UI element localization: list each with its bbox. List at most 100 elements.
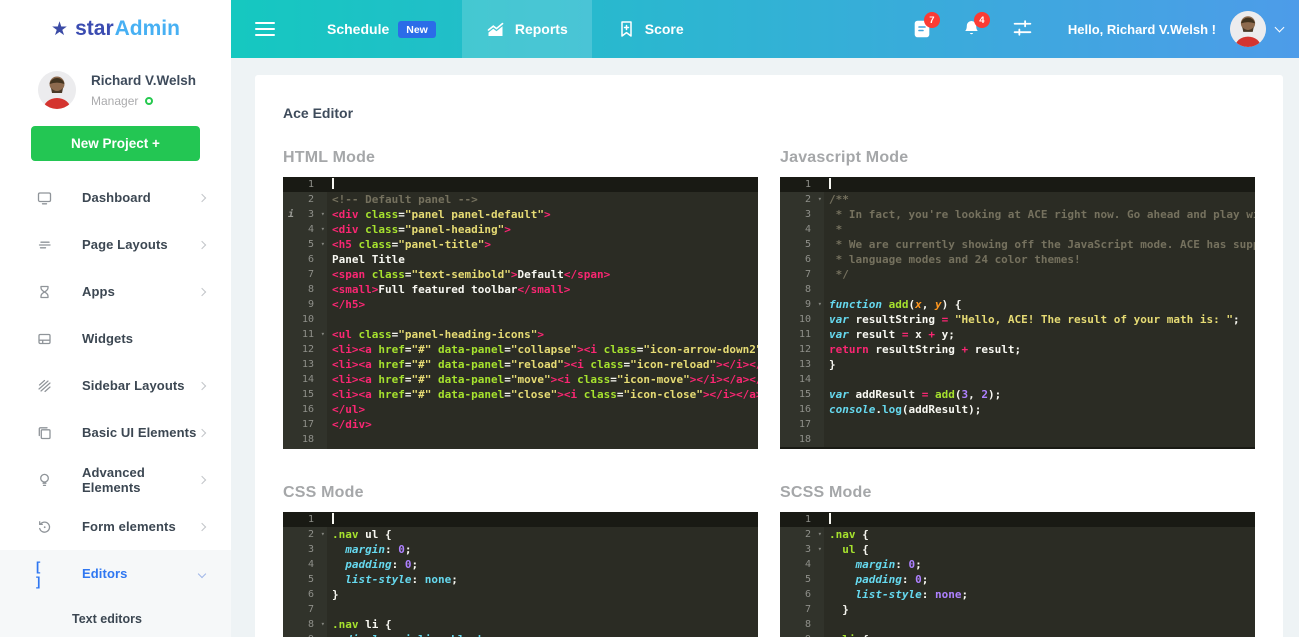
sidebar-item-page-layouts[interactable]: Page Layouts: [0, 221, 231, 268]
code-line: 13}: [780, 357, 1255, 372]
ace-editor-scss[interactable]: 12▾.nav {3▾ ul {4 margin: 0;5 padding: 0…: [780, 512, 1255, 637]
code-line: 15var addResult = add(3, 2);: [780, 387, 1255, 402]
sidebar-item-editors[interactable]: [ ] Editors: [0, 550, 231, 597]
code-line: 7 }: [780, 602, 1255, 617]
sidebar-subitem-text-editors[interactable]: Text editors: [0, 597, 231, 637]
settings-button[interactable]: [1012, 19, 1032, 39]
sidebar: ★ star Admin Richard V.Welsh Manager New…: [0, 0, 231, 637]
code-line: 8<small>Full featured toolbar</small>: [283, 282, 758, 297]
tab-reports[interactable]: Reports: [462, 0, 592, 58]
user-avatar[interactable]: [1230, 11, 1266, 47]
tab-score[interactable]: Score: [592, 0, 710, 58]
bookmark-plus-icon: [618, 20, 635, 38]
code-line: 7 */: [780, 267, 1255, 282]
code-line: 1: [780, 512, 1255, 527]
code-line: 8▾.nav li {: [283, 617, 758, 632]
chevron-right-icon: [198, 428, 206, 436]
code-line: 1: [780, 177, 1255, 192]
code-line: 5 list-style: none;: [283, 572, 758, 587]
code-line: 6 * language modes and 24 color themes!: [780, 252, 1255, 267]
lightbulb-icon: [36, 472, 54, 488]
code-line: 3▾ ul {: [780, 542, 1255, 557]
code-line: 14<li><a href="#" data-panel="move"><i c…: [283, 372, 758, 387]
star-icon: ★: [51, 18, 68, 41]
messages-button[interactable]: 7: [912, 19, 932, 39]
code-line: 7<span class="text-semibold">Default</sp…: [283, 267, 758, 282]
hatch-lines-icon: [36, 378, 54, 394]
html-mode-section: HTML Mode 12<!-- Default panel -->i3▾<di…: [283, 149, 758, 449]
ace-editor-html[interactable]: 12<!-- Default panel -->i3▾<div class="p…: [283, 177, 758, 449]
code-line: 8: [780, 282, 1255, 297]
code-line: 9 display: inline-block;: [283, 632, 758, 637]
alerts-count-badge: 4: [974, 12, 990, 28]
code-line: 10: [283, 312, 758, 327]
code-line: 6}: [283, 587, 758, 602]
ace-editor-card: Ace Editor HTML Mode 12<!-- Default pane…: [255, 75, 1283, 637]
new-project-button[interactable]: New Project +: [31, 126, 200, 161]
copy-icon: [36, 425, 54, 441]
avatar: [38, 71, 76, 109]
profile-role: Manager: [91, 94, 138, 108]
tab-schedule[interactable]: Schedule New: [327, 0, 436, 58]
code-line: 3 * In fact, you're looking at ACE right…: [780, 207, 1255, 222]
code-line: 16console.log(addResult);: [780, 402, 1255, 417]
brackets-icon: [ ]: [36, 566, 54, 582]
code-line: 12<li><a href="#" data-panel="collapse">…: [283, 342, 758, 357]
code-line: 2▾.nav ul {: [283, 527, 758, 542]
code-line: 17: [780, 417, 1255, 432]
code-line: 5 * We are currently showing off the Jav…: [780, 237, 1255, 252]
code-line: 13<li><a href="#" data-panel="reload"><i…: [283, 357, 758, 372]
code-line: 2<!-- Default panel -->: [283, 192, 758, 207]
profile-name: Richard V.Welsh: [91, 73, 196, 88]
brand-logo[interactable]: ★ star Admin: [0, 0, 231, 58]
section-title: HTML Mode: [283, 149, 758, 167]
ace-editor-css[interactable]: 12▾.nav ul {3 margin: 0;4 padding: 0;5 l…: [283, 512, 758, 637]
online-status-icon: [145, 97, 153, 105]
hamburger-menu-icon[interactable]: [255, 18, 275, 39]
brand-name-secondary: Admin: [115, 17, 180, 41]
code-line: 10var resultString = "Hello, ACE! The re…: [780, 312, 1255, 327]
sidebar-item-apps[interactable]: Apps: [0, 268, 231, 315]
chevron-down-icon[interactable]: [1275, 22, 1285, 32]
code-line: 19▾<div class="panel-body">: [283, 447, 758, 449]
new-badge: New: [398, 21, 436, 38]
javascript-mode-section: Javascript Mode 12▾/**3 * In fact, you'r…: [780, 149, 1255, 449]
ace-editor-javascript[interactable]: 12▾/**3 * In fact, you're looking at ACE…: [780, 177, 1255, 449]
chevron-down-icon: [198, 569, 206, 577]
code-line: 18: [780, 432, 1255, 447]
code-line: 11▾<ul class="panel-heading-icons">: [283, 327, 758, 342]
content-area: Ace Editor HTML Mode 12<!-- Default pane…: [231, 58, 1299, 637]
code-line: 2▾.nav {: [780, 527, 1255, 542]
sidebar-item-form-elements[interactable]: Form elements: [0, 503, 231, 550]
section-title: Javascript Mode: [780, 149, 1255, 167]
code-line: 9▾ li {: [780, 632, 1255, 637]
chevron-right-icon: [198, 287, 206, 295]
notifications-button[interactable]: 4: [962, 19, 982, 39]
messages-count-badge: 7: [924, 12, 940, 28]
scss-mode-section: SCSS Mode 12▾.nav {3▾ ul {4 margin: 0;5 …: [780, 484, 1255, 637]
sidebar-menu: Dashboard Page Layouts Apps Widgets Side…: [0, 174, 231, 637]
chevron-right-icon: [198, 475, 206, 483]
hourglass-icon: [36, 284, 54, 300]
sidebar-item-basic-ui-elements[interactable]: Basic UI Elements: [0, 409, 231, 456]
code-line: 4 margin: 0;: [780, 557, 1255, 572]
section-title: CSS Mode: [283, 484, 758, 502]
history-icon: [36, 519, 54, 535]
sidebar-item-dashboard[interactable]: Dashboard: [0, 174, 231, 221]
code-line: 3 margin: 0;: [283, 542, 758, 557]
sidebar-item-sidebar-layouts[interactable]: Sidebar Layouts: [0, 362, 231, 409]
sidebar-item-advanced-elements[interactable]: Advanced Elements: [0, 456, 231, 503]
code-line: 4 *: [780, 222, 1255, 237]
chevron-right-icon: [198, 381, 206, 389]
code-line: 18: [283, 432, 758, 447]
css-mode-section: CSS Mode 12▾.nav ul {3 margin: 0;4 paddi…: [283, 484, 758, 637]
code-line: 9</h5>: [283, 297, 758, 312]
top-navbar: Schedule New Reports Score 7 4 Hello, Ri…: [231, 0, 1299, 58]
code-line: 14: [780, 372, 1255, 387]
sidebar-item-widgets[interactable]: Widgets: [0, 315, 231, 362]
layout-lines-icon: [36, 237, 54, 253]
code-line: 11var result = x + y;: [780, 327, 1255, 342]
code-line: 9▾function add(x, y) {: [780, 297, 1255, 312]
code-line: 1: [283, 512, 758, 527]
profile-block: Richard V.Welsh Manager: [0, 58, 231, 109]
